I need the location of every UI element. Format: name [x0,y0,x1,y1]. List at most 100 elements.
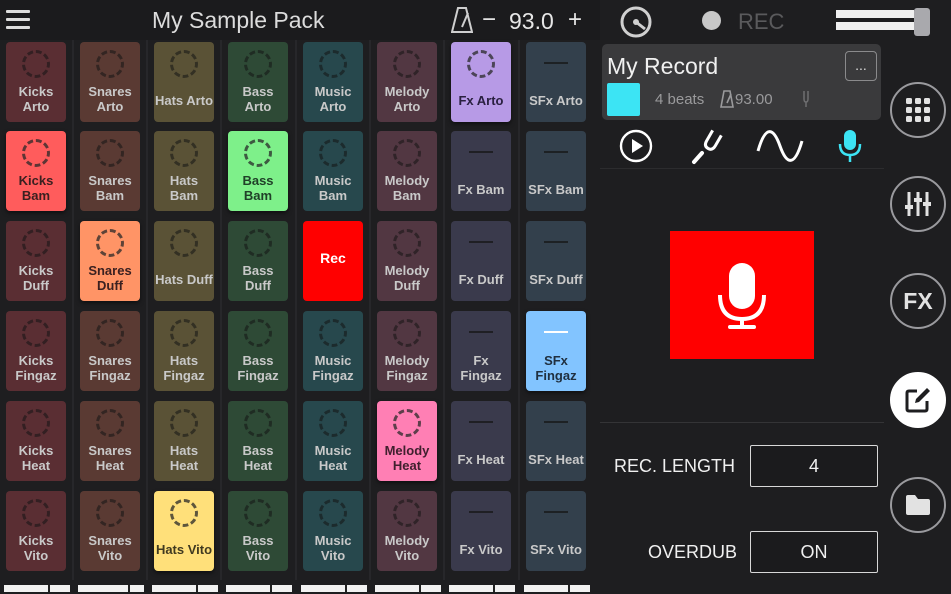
column-playback-track [4,585,70,592]
pad-snares-bam[interactable]: Snares Bam [80,131,140,211]
pad-melody-fingaz[interactable]: Melody Fingaz [377,311,437,391]
pad-label: Fx Fingaz [460,353,502,383]
pad-kicks-duff[interactable]: Kicks Duff [6,221,66,301]
column-separator [369,40,371,580]
pad-bass-arto[interactable]: Bass Arto [228,42,288,122]
pad-rec[interactable]: Rec [303,221,363,301]
bpm-decrease-button[interactable]: − [482,6,496,34]
mixer-button[interactable] [890,176,946,232]
pad-music-vito[interactable]: Music Vito [303,491,363,571]
pad-sfx-heat[interactable]: SFx Heat [526,401,586,481]
pad-label: Bass Arto [242,84,274,114]
pad-label: Music Heat [314,443,352,473]
pad-label: Melody Duff [384,263,430,293]
pad-kicks-bam[interactable]: Kicks Bam [6,131,66,211]
rec-label: REC [738,9,785,34]
pad-snares-duff[interactable]: Snares Duff [80,221,140,301]
pad-ring-icon [393,409,421,437]
pad-hats-arto[interactable]: Hats Arto [154,42,214,122]
microphone-active-icon[interactable] [830,127,870,165]
pad-snares-vito[interactable]: Snares Vito [80,491,140,571]
pad-label: Kicks Vito [18,533,54,563]
pad-melody-arto[interactable]: Melody Arto [377,42,437,122]
pad-melody-bam[interactable]: Melody Bam [377,131,437,211]
record-name[interactable]: My Record [607,53,718,80]
waveform-icon[interactable] [756,127,804,165]
pad-sfx-arto[interactable]: SFx Arto [526,42,586,122]
pad-ring-icon [96,50,124,78]
fx-button[interactable]: FX [890,273,946,329]
pad-label: SFx Fingaz [535,353,577,383]
pad-hats-bam[interactable]: Hats Bam [154,131,214,211]
pad-hats-duff[interactable]: Hats Duff [154,221,214,301]
pad-empty-indicator [469,151,493,153]
metronome-icon[interactable] [451,7,473,33]
pad-range-icon [544,331,568,333]
pad-sfx-vito[interactable]: SFx Vito [526,491,586,571]
pad-ring-icon [319,50,347,78]
pad-bass-heat[interactable]: Bass Heat [228,401,288,481]
pad-label: Snares Fingaz [88,353,132,383]
bpm-value[interactable]: 93.0 [509,8,554,35]
column-playback-track [375,585,441,592]
folder-button[interactable] [890,477,946,533]
pad-fx-arto[interactable]: Fx Arto [451,42,511,122]
pad-melody-duff[interactable]: Melody Duff [377,221,437,301]
play-icon[interactable] [616,127,656,165]
pad-bass-duff[interactable]: Bass Duff [228,221,288,301]
pad-fx-bam[interactable]: Fx Bam [451,131,511,211]
pad-melody-vito[interactable]: Melody Vito [377,491,437,571]
pad-snares-arto[interactable]: Snares Arto [80,42,140,122]
pad-sfx-duff[interactable]: SFx Duff [526,221,586,301]
pad-label: Snares Vito [88,533,132,563]
pad-hats-fingaz[interactable]: Hats Fingaz [154,311,214,391]
pad-bass-bam[interactable]: Bass Bam [228,131,288,211]
pad-kicks-arto[interactable]: Kicks Arto [6,42,66,122]
column-separator [220,40,222,580]
pad-label: Music Bam [314,173,352,203]
app-root: My Sample Pack − 93.0 + Kicks Arto Kicks … [0,0,951,594]
pad-hats-vito[interactable]: Hats Vito [154,491,214,571]
hamburger-menu-icon[interactable] [6,10,30,30]
pad-fx-duff[interactable]: Fx Duff [451,221,511,301]
pad-sfx-fingaz[interactable]: SFx Fingaz [526,311,586,391]
input-level-slider[interactable] [836,8,930,36]
tuning-fork-icon[interactable] [686,127,726,165]
pad-snares-heat[interactable]: Snares Heat [80,401,140,481]
tuning-fork-small-icon [803,91,809,107]
pad-kicks-fingaz[interactable]: Kicks Fingaz [6,311,66,391]
pad-fx-fingaz[interactable]: Fx Fingaz [451,311,511,391]
pads-grid-button[interactable] [890,82,946,138]
pad-music-fingaz[interactable]: Music Fingaz [303,311,363,391]
pad-kicks-heat[interactable]: Kicks Heat [6,401,66,481]
pad-empty-indicator [469,421,493,423]
pad-snares-fingaz[interactable]: Snares Fingaz [80,311,140,391]
pad-sfx-bam[interactable]: SFx Bam [526,131,586,211]
pad-music-heat[interactable]: Music Heat [303,401,363,481]
pad-label: Hats Arto [154,93,214,108]
pad-bass-fingaz[interactable]: Bass Fingaz [228,311,288,391]
pad-bass-vito[interactable]: Bass Vito [228,491,288,571]
edit-button[interactable] [890,372,946,428]
rec-length-field[interactable]: 4 [750,445,878,487]
pad-ring-icon [96,499,124,527]
pad-kicks-vito[interactable]: Kicks Vito [6,491,66,571]
column-playback-track [301,585,367,592]
pad-melody-heat[interactable]: Melody Heat [377,401,437,481]
bpm-increase-button[interactable]: + [568,6,582,34]
pad-music-arto[interactable]: Music Arto [303,42,363,122]
pad-music-bam[interactable]: Music Bam [303,131,363,211]
big-record-button[interactable] [670,231,814,359]
record-color-swatch[interactable] [607,83,640,116]
pad-label: Kicks Arto [18,84,54,114]
overdub-toggle[interactable]: ON [750,531,878,573]
pad-label: Hats Fingaz [163,353,205,383]
fx-label: FX [903,287,933,314]
record-toggle-button[interactable] [702,11,721,30]
pad-ring-icon [319,319,347,347]
pad-fx-heat[interactable]: Fx Heat [451,401,511,481]
column-separator [518,40,520,580]
more-options-button[interactable]: ... [845,51,877,81]
pad-hats-heat[interactable]: Hats Heat [154,401,214,481]
pad-fx-vito[interactable]: Fx Vito [451,491,511,571]
